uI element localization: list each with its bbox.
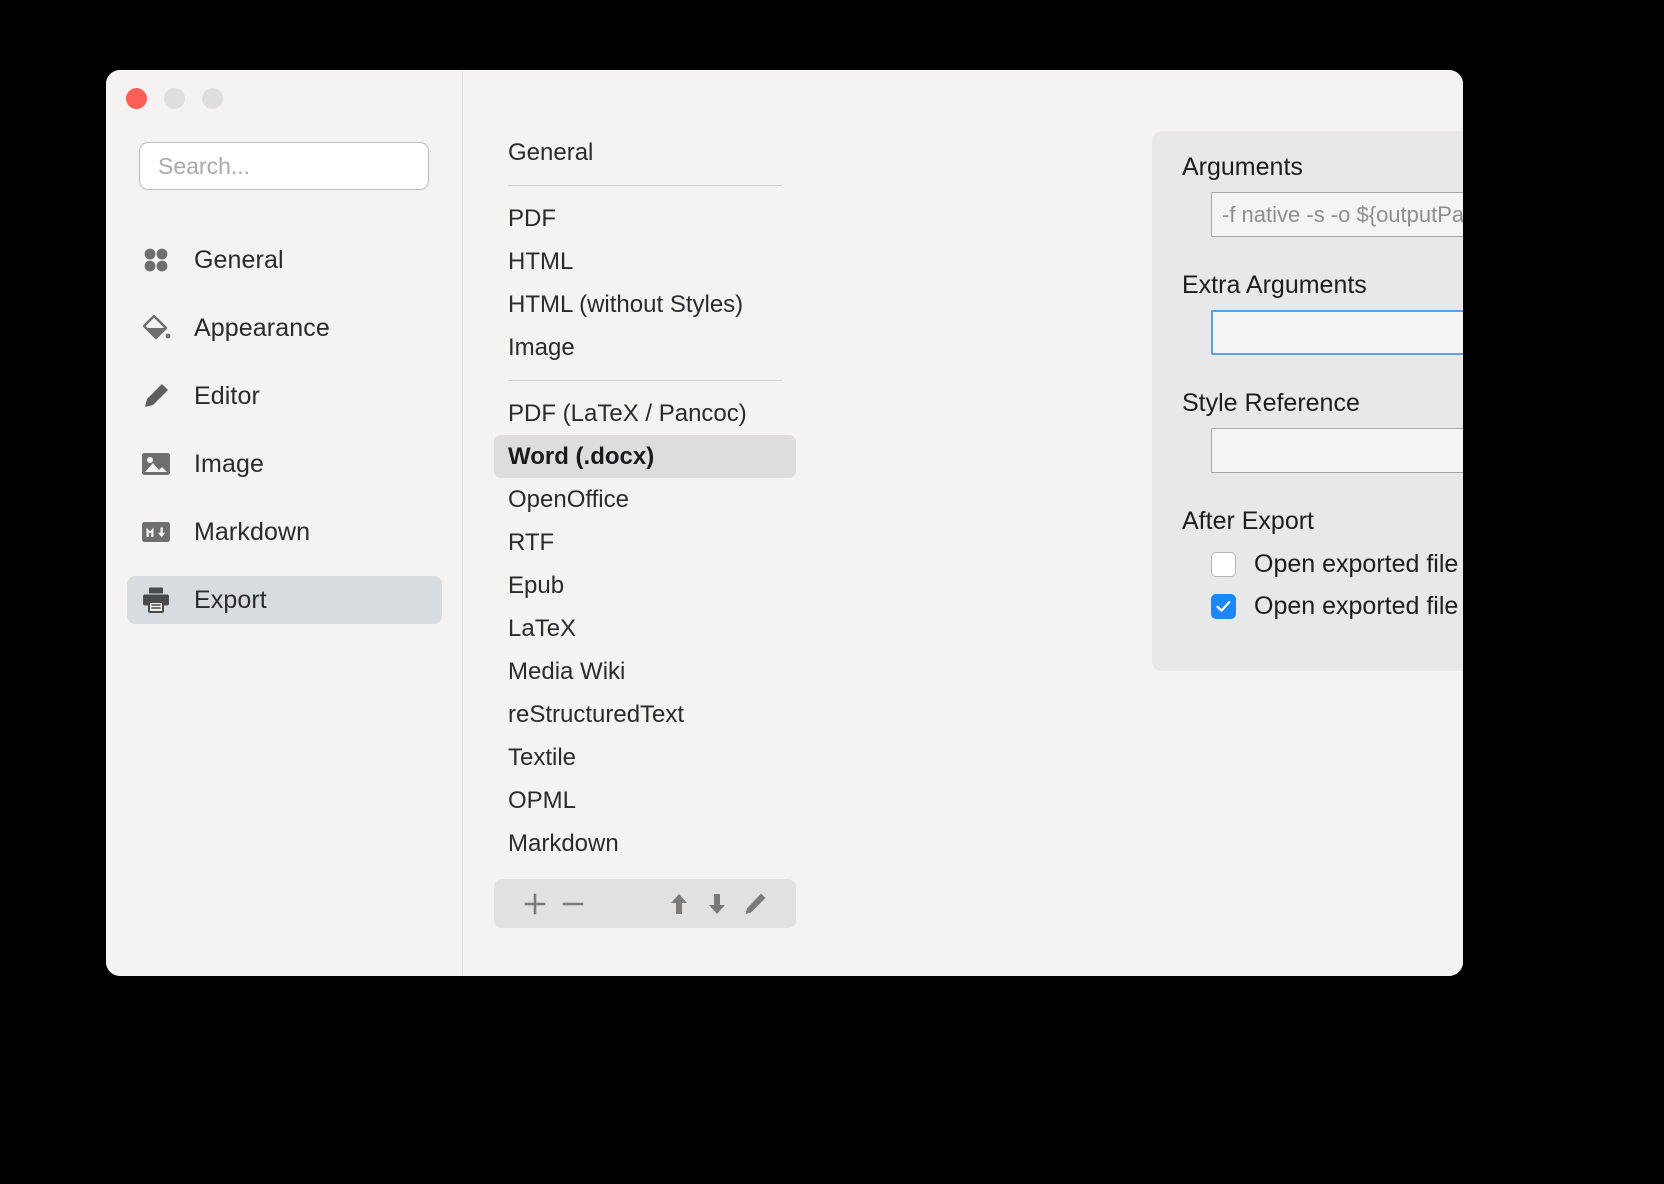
list-item[interactable]: reStructuredText	[494, 693, 796, 736]
maximize-button[interactable]	[202, 88, 223, 109]
sidebar-item-label: Export	[194, 585, 267, 614]
list-item[interactable]: PDF	[494, 197, 796, 240]
minimize-button[interactable]	[164, 88, 185, 109]
export-format-list: General PDF HTML HTML (without Styles) I…	[494, 131, 796, 928]
checkbox-label: Open exported file	[1254, 592, 1459, 620]
list-item[interactable]: Media Wiki	[494, 650, 796, 693]
move-down-button[interactable]	[698, 885, 736, 923]
sidebar-item-label: Editor	[194, 381, 260, 410]
list-divider	[508, 380, 782, 381]
list-item[interactable]: LaTeX	[494, 607, 796, 650]
search-input[interactable]	[139, 142, 429, 190]
list-item[interactable]: HTML (without Styles)	[494, 283, 796, 326]
window-controls	[126, 88, 223, 109]
extra-arguments-row	[1182, 310, 1463, 355]
arguments-input[interactable]	[1211, 192, 1463, 237]
edit-button[interactable]	[736, 885, 774, 923]
style-reference-row	[1182, 428, 1463, 473]
arguments-row	[1182, 192, 1463, 237]
style-reference-label: Style Reference	[1182, 389, 1360, 417]
sidebar-item-general[interactable]: General	[127, 236, 442, 284]
list-item[interactable]: Epub	[494, 564, 796, 607]
sidebar-item-markdown[interactable]: Markdown	[127, 508, 442, 556]
sidebar-item-label: Appearance	[194, 313, 330, 342]
checkbox-open-exported-file-location[interactable]	[1211, 552, 1236, 577]
pencil-icon	[139, 381, 173, 411]
checkbox-label: Open exported file location	[1254, 550, 1463, 578]
checkbox-row-open-location[interactable]: Open exported file location	[1182, 550, 1463, 579]
list-item-selected[interactable]: Word (.docx)	[494, 435, 796, 478]
list-item[interactable]: RTF	[494, 521, 796, 564]
style-reference-input[interactable]	[1211, 428, 1463, 473]
sidebar: General Appearance	[106, 70, 463, 976]
close-button[interactable]	[126, 88, 147, 109]
four-dots-icon	[139, 245, 173, 275]
sidebar-item-appearance[interactable]: Appearance	[127, 304, 442, 352]
add-button[interactable]	[516, 885, 554, 923]
sidebar-item-export[interactable]: Export	[127, 576, 442, 624]
content-area: General PDF HTML HTML (without Styles) I…	[463, 70, 1463, 976]
sidebar-item-label: Image	[194, 449, 264, 478]
list-item[interactable]: HTML	[494, 240, 796, 283]
list-toolbar	[494, 879, 796, 928]
sidebar-nav: General Appearance Editor Image Markdown…	[127, 236, 442, 644]
list-divider	[508, 185, 782, 186]
remove-button[interactable]	[554, 885, 592, 923]
list-item[interactable]: Textile	[494, 736, 796, 779]
search-field	[139, 142, 429, 190]
printer-icon	[139, 585, 173, 615]
checkbox-open-exported-file[interactable]	[1211, 594, 1236, 619]
arguments-label: Arguments	[1182, 153, 1303, 181]
sidebar-item-editor[interactable]: Editor	[127, 372, 442, 420]
list-item[interactable]: OpenOffice	[494, 478, 796, 521]
extra-arguments-input[interactable]	[1211, 310, 1463, 355]
sidebar-item-image[interactable]: Image	[127, 440, 442, 488]
extra-arguments-label: Extra Arguments	[1182, 271, 1367, 299]
list-item[interactable]: Image	[494, 326, 796, 369]
format-settings-panel: Arguments Extra Arguments Style Referenc…	[1152, 131, 1463, 671]
list-item[interactable]: Markdown	[494, 822, 796, 865]
picture-icon	[139, 449, 173, 479]
screen: General Appearance	[0, 0, 1664, 1184]
list-item[interactable]: General	[494, 131, 796, 174]
checkmark-icon	[1216, 601, 1231, 612]
preferences-window: General Appearance	[106, 70, 1463, 976]
move-up-button[interactable]	[660, 885, 698, 923]
sidebar-item-label: General	[194, 245, 284, 274]
markdown-icon	[139, 517, 173, 547]
after-export-label: After Export	[1182, 507, 1314, 535]
list-item[interactable]: OPML	[494, 779, 796, 822]
paint-bucket-icon	[139, 313, 173, 343]
sidebar-item-label: Markdown	[194, 517, 311, 546]
list-item[interactable]: PDF (LaTeX / Pancoc)	[494, 392, 796, 435]
checkbox-row-open-file[interactable]: Open exported file	[1182, 592, 1463, 621]
